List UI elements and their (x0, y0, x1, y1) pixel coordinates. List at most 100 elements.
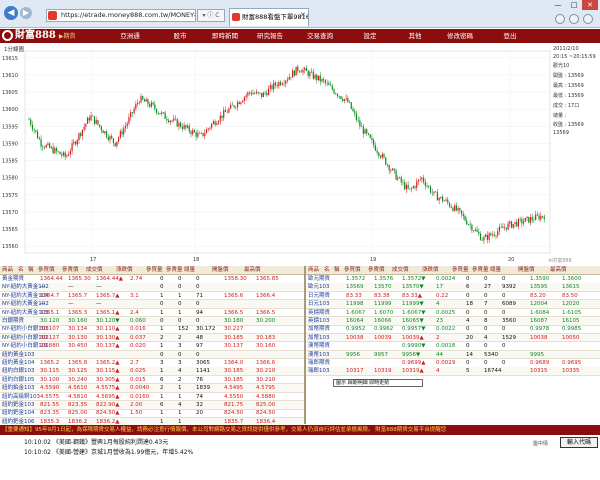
site-logo[interactable]: 財富888 ▶期貨 (2, 29, 102, 43)
nav-item-6[interactable]: 其他 (395, 29, 435, 43)
table-row[interactable]: 紐約白銀105 30.100 30.240 30.305▲ 0.015 6 2 76 30.18… (0, 376, 304, 385)
cell-ask: 30.130 (68, 334, 88, 341)
right-header-1[interactable]: 名 (324, 266, 330, 275)
table-row[interactable]: 歐元103 13569 13570 13570▼ 17 6 27 9392 13595 13615 (306, 283, 600, 292)
cell-name: 歐元103 (308, 284, 330, 291)
right-header-5[interactable]: 成交價 (392, 266, 409, 275)
left-header-6[interactable]: 漲跌價 (116, 266, 133, 275)
cell-bid: 30.100 (40, 376, 60, 383)
table-row[interactable]: 日元期貨 83.33 83.38 83.33▲ 0.22 0 0 0 83.20 83.50 (306, 292, 600, 301)
address-tools[interactable]: ▾ ⓘ C (197, 9, 225, 22)
table-row[interactable]: 白銀期貨 30.120 30.160 30.120▼ 0.060 0 0 0 30.180 30.… (0, 317, 304, 326)
table-divider[interactable] (304, 266, 306, 424)
table-row[interactable]: 紐約鈀金104 823.35 825.00 824.50▲ 1.50 1 1 20 824.50… (0, 409, 304, 418)
maximize-button[interactable]: □ (566, 0, 582, 10)
right-header-4[interactable]: 參賣價 (368, 266, 385, 275)
table-row[interactable]: NY-紐約大黃金102— — —0 0 0 (0, 300, 304, 309)
right-header-7[interactable]: 參買量 (452, 266, 469, 275)
right-header-3[interactable]: 參買價 (344, 266, 361, 275)
table-row[interactable]: NY-紐約大黃金102— — —0 0 0 (0, 283, 304, 292)
browser-tab[interactable]: 財富888看盤下單9816260 (229, 8, 309, 26)
table-row[interactable]: 紐約白銀103 30.115 30.125 30.115▲ 0.025 1 4 1141 30.… (0, 367, 304, 376)
left-header-9[interactable]: 總量 (184, 266, 195, 275)
input-code-button[interactable]: 輸入代碼 (560, 437, 598, 448)
table-row[interactable]: 紐約鈀金106 1835.3 1836.2 1836.2▲ 1 1 1835.7 1836.4 (0, 417, 304, 425)
x-tick-label: 18 (193, 257, 199, 263)
table-row[interactable]: 歐元期貨 1.3572 1.3576 1.3572▼ 0.0024 0 0 0 1.3590 1.… (306, 275, 600, 284)
table-row[interactable]: 紐約鉑金103 4.5590 4.5610 4.5575▲ 0.0040 2 1 1839 4.… (0, 384, 304, 393)
table-row[interactable]: 黃金期貨 1364.44 1365.30 1364.44▲ 2.74 0 0 0 1358.30… (0, 275, 304, 284)
left-header-10[interactable]: 開盤價 (212, 266, 229, 275)
left-header-3[interactable]: 參買價 (38, 266, 55, 275)
nav-item-4[interactable]: 交易查詢 (300, 29, 340, 43)
left-header-0[interactable]: 商品 (2, 266, 13, 275)
right-header-11[interactable]: 最高價 (550, 266, 567, 275)
table-row[interactable]: NY-紐約小白銀105 29.880 30.450 30.137▲ 0.020 1 3 97 3… (0, 342, 304, 351)
left-header-5[interactable]: 成交價 (86, 266, 103, 275)
home-icon[interactable] (555, 14, 565, 24)
table-row[interactable]: 日元103 11998 11999 11999▼ 4 18 7 6089 12004 12020 (306, 300, 600, 309)
nav-item-5[interactable]: 設定 (350, 29, 390, 43)
table-row[interactable]: NY-紐約大黃金104 1364.7 1365.7 1365.7▲ 3.1 1 1 71 136… (0, 292, 304, 301)
table-row[interactable]: 紐約黃金104 1365.2 1365.8 1365.2▲ 2.7 3 3 3065 1364.… (0, 359, 304, 368)
left-header-1[interactable]: 名 (18, 266, 24, 275)
left-header-7[interactable]: 參買量 (146, 266, 163, 275)
right-header-0[interactable]: 商品 (308, 266, 319, 275)
nav-item-3[interactable]: 研究報告 (250, 29, 290, 43)
gear-icon[interactable] (583, 14, 593, 24)
candle-body (448, 202, 451, 207)
cell-vol: 1141 (196, 368, 210, 375)
context-popup[interactable]: 圖示 歸期明細 即時走勢 (333, 379, 423, 387)
table-row[interactable]: NY-紐約小白銀103 30.107 30.134 30.110▲ 0.016 1 152 3… (0, 325, 304, 334)
left-header-11[interactable]: 最高價 (244, 266, 261, 275)
table-row[interactable]: NY-紐約大黃金103 1365.1 1365.3 1365.1▲ 2.4 1 1 94 136… (0, 309, 304, 318)
left-header-2[interactable]: 稱 (28, 266, 34, 275)
table-row[interactable]: NY-紐約小白銀102 30.127 30.130 30.130▲ 0.037 2 2 48 3… (0, 333, 304, 343)
tab-close-icon[interactable]: ✕ (300, 11, 306, 19)
minimize-button[interactable]: — (550, 0, 566, 10)
cell-name: 白銀期貨 (2, 318, 25, 324)
address-bar[interactable]: https://etrade.money888.com.tw/MONEY888/ (46, 9, 196, 22)
right-header-2[interactable]: 稱 (334, 266, 340, 275)
cell-bid: 4.5590 (40, 385, 60, 392)
nav-item-2[interactable]: 即時新聞 (205, 29, 245, 43)
table-row[interactable]: 澳幣期貨 0.9990▼ 0.0018 0 0 0 (306, 342, 600, 351)
table-row[interactable]: 澳幣103 9956 9957 9956▼ 44 14 5340 9995 (306, 350, 600, 360)
table-row[interactable]: 加幣期貨 0.9952 0.9962 0.9957▼ 0.0022 0 0 0 0.9978 0.… (306, 325, 600, 334)
table-row[interactable]: 紐約高級銅103 4.5575 4.5810 4.5695▲ 0.0160 1 1 74 4.5… (0, 393, 304, 402)
table-row[interactable]: 紐約鈀金103 821.55 823.35 822.90▲ 2.00 6 4 32 821.75… (0, 401, 304, 410)
cell-open: 1364.0 (224, 360, 244, 366)
y-tick-label: 13615 (2, 56, 18, 62)
nav-item-8[interactable]: 登出 (490, 29, 530, 43)
logo-sub[interactable]: ▶期貨 (59, 33, 76, 40)
left-header-8[interactable]: 參賣量 (166, 266, 183, 275)
candle-body (76, 140, 78, 145)
left-header-4[interactable]: 參賣價 (62, 266, 79, 275)
close-window-button[interactable]: ✕ (582, 0, 598, 10)
cell-vol: 0 (196, 318, 200, 324)
table-row[interactable]: 英鎊103 16064 16066 16065▼ 23 4 8 3560 16087 16105 (306, 317, 600, 326)
candle-body (80, 133, 82, 136)
right-header-6[interactable]: 漲跌價 (422, 266, 439, 275)
cell-chg: 1.50 (130, 410, 143, 417)
back-button[interactable]: ◀ (4, 6, 18, 20)
table-row[interactable]: 瑞郎期貨 0.9699▲ 0.0029 0 0 0 0.9689 0.9695 (306, 359, 600, 368)
right-header-10[interactable]: 開盤價 (518, 266, 535, 275)
site-favicon-icon (48, 11, 57, 20)
table-row[interactable]: 紐約黃金103 0 0 0 (0, 350, 304, 360)
cell-high: 1.6105 (562, 309, 582, 316)
y-tick-label: 13595 (2, 124, 18, 130)
news-line-1[interactable]: 10:10:02 《美國-鋼鐵》豐興1月每股純利潤達0.43元 (24, 437, 168, 446)
candle-body (440, 196, 442, 198)
table-row[interactable]: 英鎊期貨 1.6067 1.6070 1.6067▼ 0.0025 0 0 0 1.6084 1.… (306, 309, 600, 318)
forward-button[interactable]: ▶ (20, 7, 32, 19)
right-header-9[interactable]: 總量 (490, 266, 501, 275)
nav-item-1[interactable]: 股市 (160, 29, 200, 43)
right-header-8[interactable]: 參賣量 (472, 266, 489, 275)
table-row[interactable]: 瑞郎103 10317 10319 10319▲ 4 5 16744 10315 10335 (306, 367, 600, 376)
favorites-star-icon[interactable] (569, 14, 579, 24)
nav-item-0[interactable]: 亞洲通 (110, 29, 150, 43)
nav-item-7[interactable]: 修改密碼 (440, 29, 480, 43)
table-row[interactable]: 加幣103 10038 10039 10039▲ 2 20 4 1529 10038 10050 (306, 333, 600, 343)
news-line-2[interactable]: 10:10:02 《美國-營建》京城1月營收為1.99億元，年增5.42% (24, 447, 193, 456)
